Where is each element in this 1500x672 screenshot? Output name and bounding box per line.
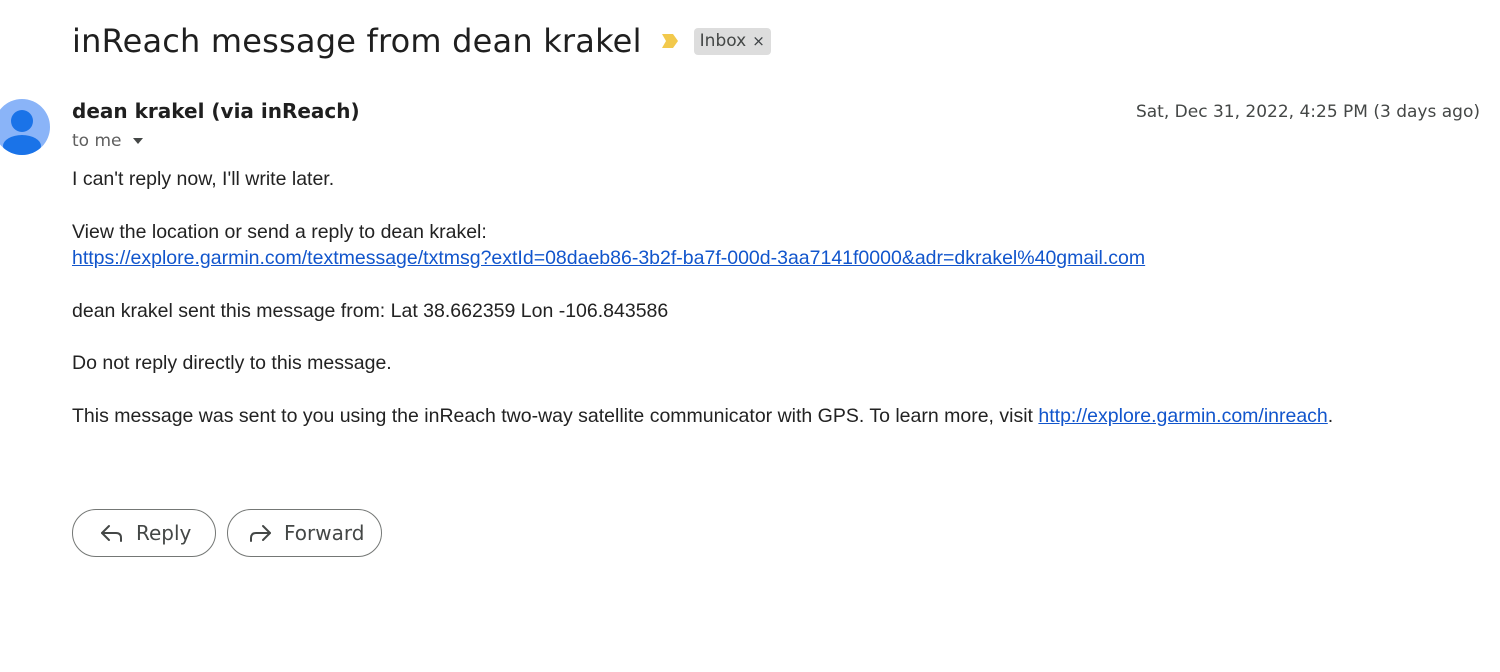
inreach-info-link[interactable]: http://explore.garmin.com/inreach bbox=[1038, 405, 1327, 427]
sender-name[interactable]: dean krakel (via inReach) bbox=[72, 99, 360, 123]
body-line: Do not reply directly to this message. bbox=[72, 352, 392, 374]
chevron-down-icon[interactable] bbox=[132, 137, 144, 145]
body-line: View the location or send a reply to dea… bbox=[72, 221, 487, 243]
body-line: This message was sent to you using the i… bbox=[72, 403, 1333, 429]
reply-label: Reply bbox=[136, 521, 192, 545]
label-chip-text: Inbox bbox=[699, 30, 747, 51]
reply-button[interactable]: Reply bbox=[72, 509, 216, 557]
forward-icon bbox=[250, 525, 271, 542]
sender-avatar[interactable] bbox=[0, 99, 50, 155]
email-date: Sat, Dec 31, 2022, 4:25 PM (3 days ago) bbox=[1135, 102, 1480, 122]
body-line: dean krakel sent this message from: Lat … bbox=[72, 300, 669, 322]
forward-label: Forward bbox=[284, 521, 365, 545]
subject-row: inReach message from dean krakel Inbox × bbox=[72, 18, 771, 64]
reply-icon bbox=[101, 525, 122, 542]
forward-button[interactable]: Forward bbox=[227, 509, 382, 557]
body-text: . bbox=[1327, 405, 1334, 427]
recipient-text: to me bbox=[72, 131, 122, 151]
message-actions: Reply Forward bbox=[72, 509, 382, 557]
recipient-details-toggle[interactable]: to me bbox=[72, 131, 144, 151]
inbox-label-chip[interactable]: Inbox × bbox=[693, 27, 771, 55]
location-reply-link[interactable]: https://explore.garmin.com/textmessage/t… bbox=[72, 247, 1145, 269]
body-line: I can't reply now, I'll write later. bbox=[72, 168, 335, 190]
body-text: This message was sent to you using the i… bbox=[72, 405, 1039, 427]
location-link-line: https://explore.garmin.com/textmessage/t… bbox=[72, 245, 1145, 271]
importance-marker-icon[interactable] bbox=[660, 32, 680, 50]
email-subject: inReach message from dean krakel bbox=[72, 22, 642, 60]
remove-label-icon[interactable]: × bbox=[752, 32, 765, 50]
